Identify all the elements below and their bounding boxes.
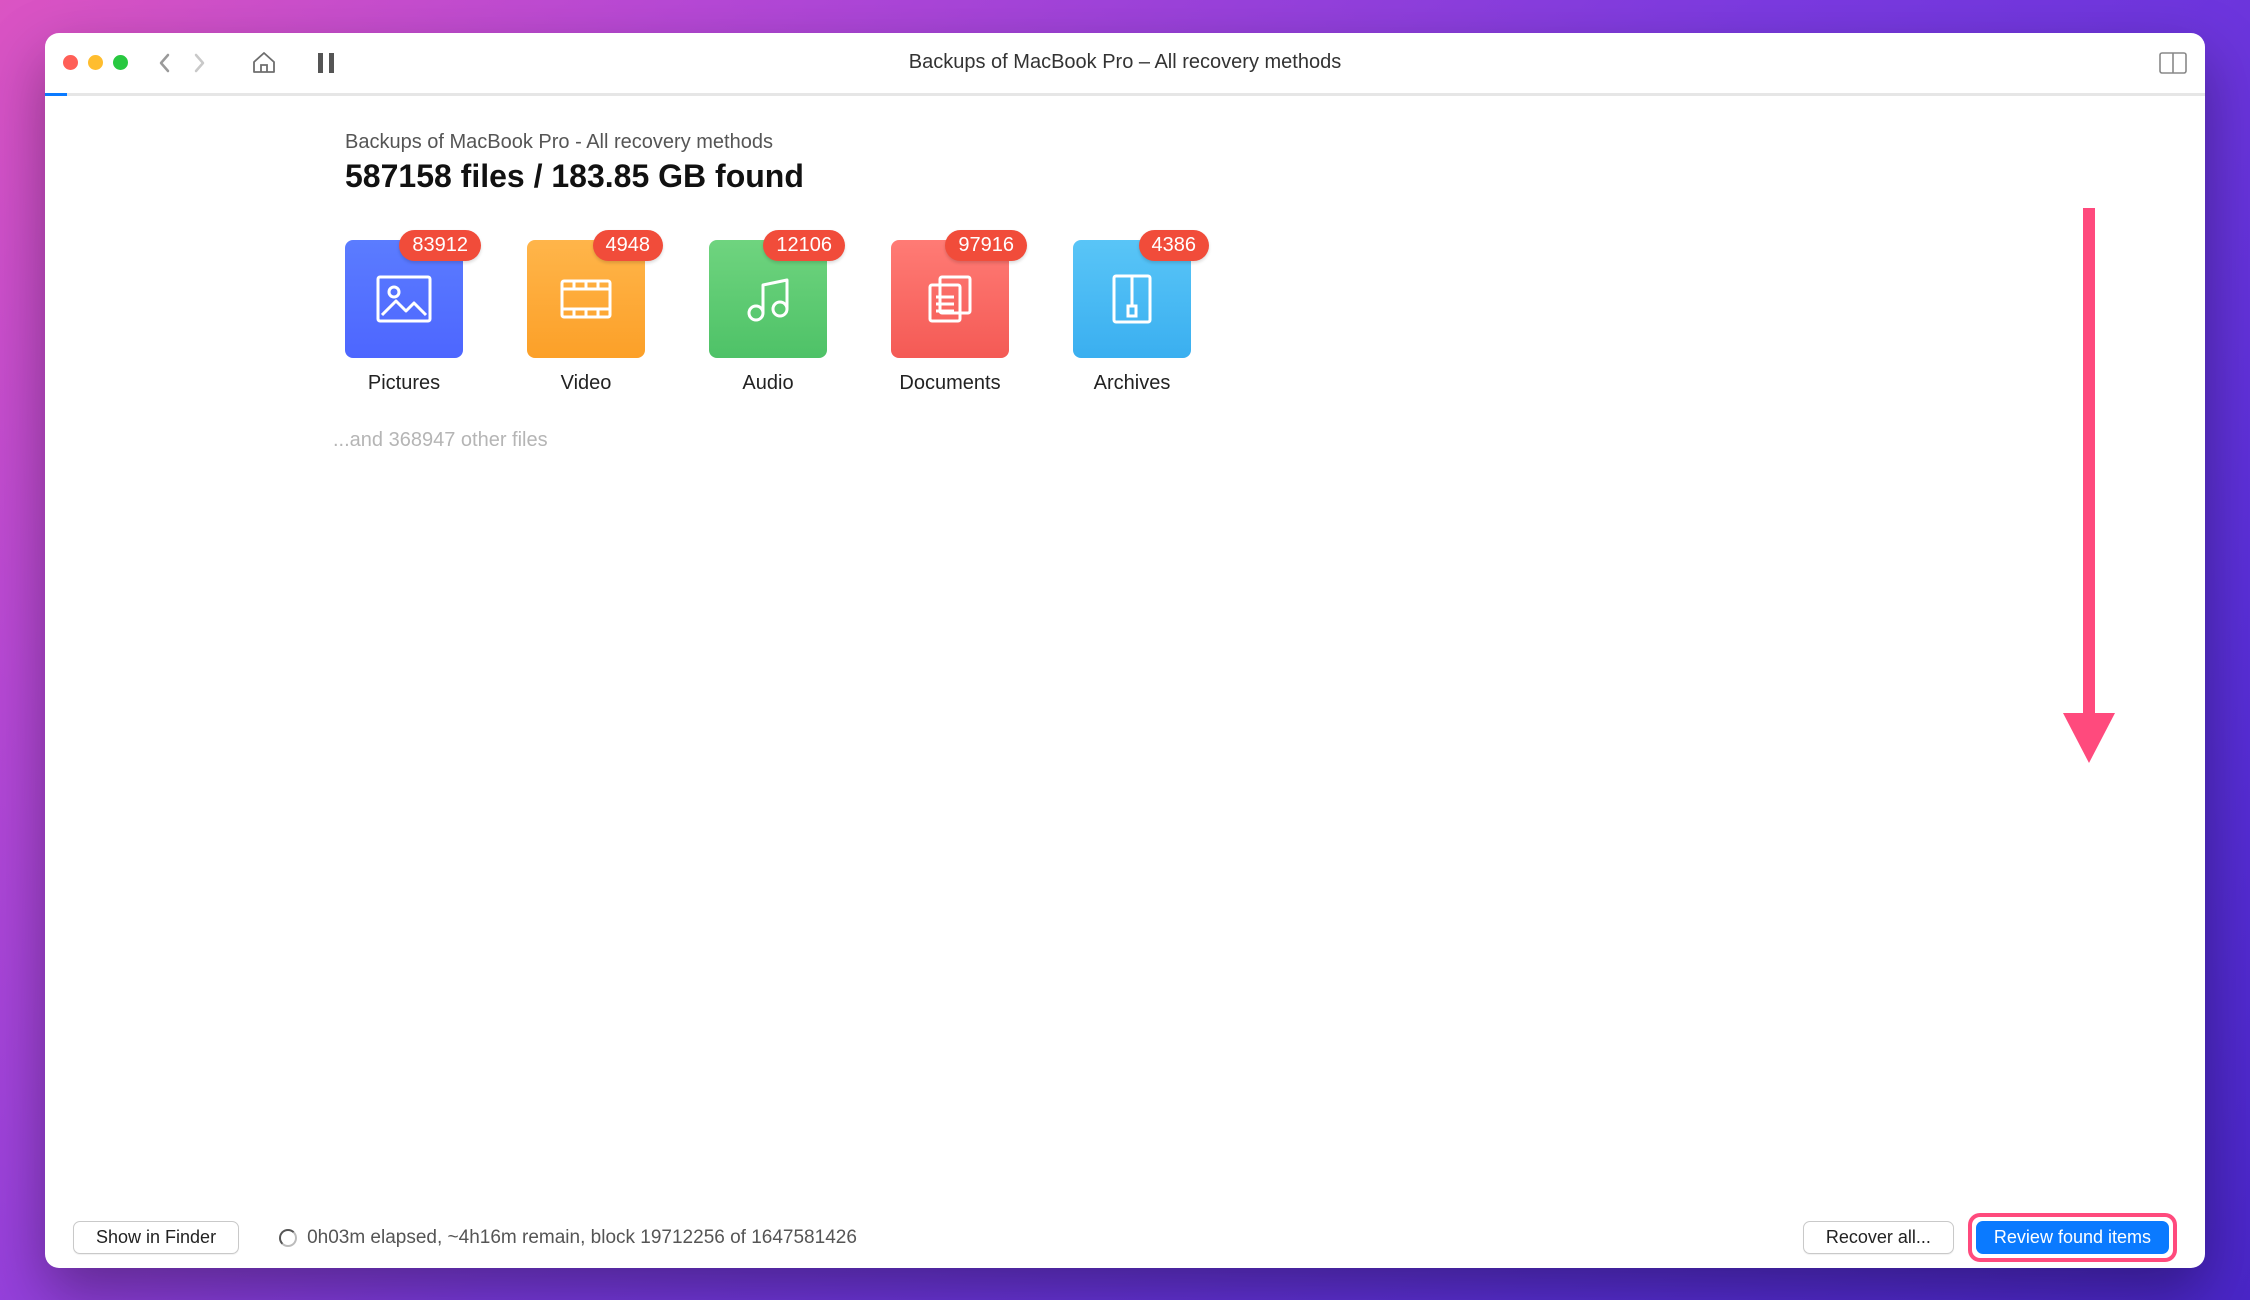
scan-status-text: 0h03m elapsed, ~4h16m remain, block 1971… [307, 1227, 857, 1249]
video-count-badge: 4948 [593, 230, 664, 261]
footer: Show in Finder 0h03m elapsed, ~4h16m rem… [45, 1208, 2205, 1268]
window-title: Backups of MacBook Pro – All recovery me… [45, 51, 2205, 74]
pause-icon [317, 52, 335, 74]
page-headline: 587158 files / 183.85 GB found [345, 158, 2205, 195]
minimize-window-icon[interactable] [88, 55, 103, 70]
pictures-label: Pictures [368, 372, 440, 395]
home-icon [251, 50, 277, 76]
show-in-finder-button[interactable]: Show in Finder [73, 1221, 239, 1254]
category-pictures[interactable]: 83912 Pictures [345, 240, 463, 395]
reference-button[interactable] [2159, 52, 2187, 74]
archives-icon [1110, 272, 1154, 326]
forward-button[interactable] [182, 46, 216, 80]
chevron-right-icon [192, 53, 206, 73]
scan-status: 0h03m elapsed, ~4h16m remain, block 1971… [279, 1227, 857, 1249]
toolbar: Backups of MacBook Pro – All recovery me… [45, 33, 2205, 93]
archives-tile: 4386 [1073, 240, 1191, 358]
scan-progress-bar [45, 93, 2205, 96]
documents-tile: 97916 [891, 240, 1009, 358]
main-content: Backups of MacBook Pro - All recovery me… [45, 96, 2205, 1208]
audio-icon [742, 273, 794, 325]
chevron-left-icon [158, 53, 172, 73]
category-video[interactable]: 4948 Video [527, 240, 645, 395]
recover-all-button[interactable]: Recover all... [1803, 1221, 1954, 1254]
window-controls [63, 55, 128, 70]
scan-progress-fill [45, 93, 67, 96]
video-tile: 4948 [527, 240, 645, 358]
documents-count-badge: 97916 [945, 230, 1027, 261]
close-window-icon[interactable] [63, 55, 78, 70]
nav-arrows [148, 46, 216, 80]
documents-icon [922, 273, 978, 325]
documents-label: Documents [899, 372, 1000, 395]
back-button[interactable] [148, 46, 182, 80]
pictures-icon [376, 275, 432, 323]
review-highlight: Review found items [1968, 1213, 2177, 1262]
video-label: Video [561, 372, 612, 395]
category-documents[interactable]: 97916 Documents [891, 240, 1009, 395]
zoom-window-icon[interactable] [113, 55, 128, 70]
app-window: Backups of MacBook Pro – All recovery me… [45, 33, 2205, 1268]
video-icon [558, 275, 614, 323]
pause-button[interactable] [317, 52, 335, 74]
audio-label: Audio [742, 372, 793, 395]
other-files-line: ...and 368947 other files [333, 429, 2205, 452]
pictures-tile: 83912 [345, 240, 463, 358]
page-subtitle: Backups of MacBook Pro - All recovery me… [345, 131, 2205, 154]
archives-count-badge: 4386 [1139, 230, 1210, 261]
footer-actions: Recover all... Review found items [1803, 1213, 2177, 1262]
spinner-icon [279, 1229, 297, 1247]
audio-count-badge: 12106 [763, 230, 845, 261]
category-archives[interactable]: 4386 Archives [1073, 240, 1191, 395]
archives-label: Archives [1094, 372, 1171, 395]
pictures-count-badge: 83912 [399, 230, 481, 261]
home-button[interactable] [251, 50, 277, 76]
category-audio[interactable]: 12106 Audio [709, 240, 827, 395]
audio-tile: 12106 [709, 240, 827, 358]
review-found-items-button[interactable]: Review found items [1976, 1221, 2169, 1254]
book-icon [2159, 52, 2187, 74]
category-grid: 83912 Pictures 4948 Video 12106 Audio [345, 240, 2205, 395]
